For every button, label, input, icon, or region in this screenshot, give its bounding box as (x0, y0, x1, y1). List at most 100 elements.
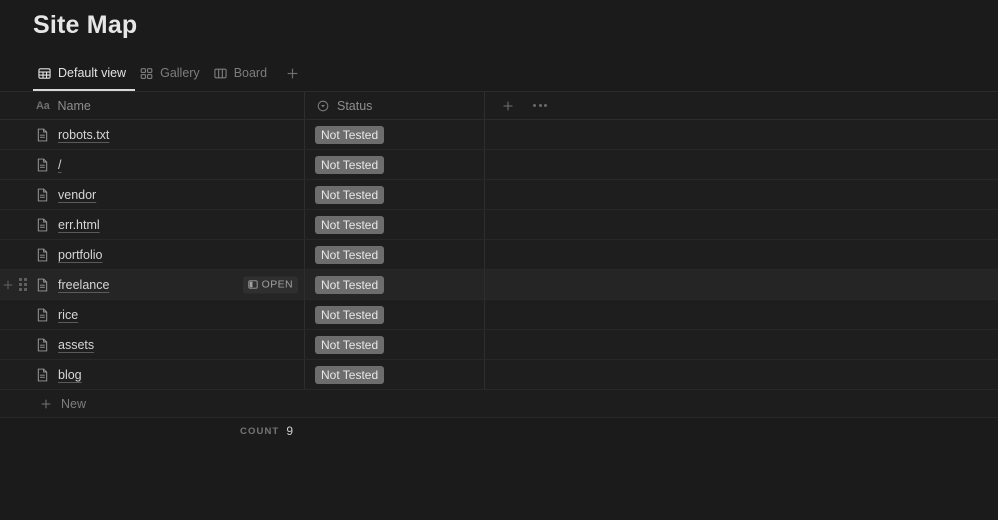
board-icon (214, 67, 227, 80)
row-title[interactable]: assets (58, 338, 94, 352)
row-status-cell[interactable]: Not Tested (305, 210, 485, 239)
row-gutter (0, 270, 33, 299)
view-tabs: Default view Gallery Board (33, 60, 304, 91)
row-tail-cell (485, 240, 998, 269)
status-badge: Not Tested (315, 215, 385, 234)
row-status-cell[interactable]: Not Tested (305, 300, 485, 329)
tab-label: Board (233, 66, 268, 80)
open-panel-icon (248, 280, 258, 290)
row-gutter (0, 180, 33, 209)
table-icon (38, 67, 51, 80)
ellipsis-icon[interactable] (531, 97, 549, 115)
tab-label: Default view (58, 66, 127, 80)
row-title[interactable]: / (58, 158, 61, 172)
page-icon (36, 338, 49, 352)
status-badge: Not Tested (315, 365, 385, 384)
ellipsis-dots (533, 104, 547, 107)
tab-board[interactable]: Board (209, 60, 276, 86)
row-gutter-controls (0, 270, 33, 299)
table-row[interactable]: err.html Not Tested (0, 210, 998, 240)
row-name-cell[interactable]: assets (33, 330, 305, 359)
header-actions (485, 92, 998, 119)
page-icon (36, 188, 49, 202)
new-row-label: New (61, 396, 87, 411)
row-name-cell[interactable]: robots.txt (33, 120, 305, 149)
select-type-icon (317, 100, 329, 112)
row-status-cell[interactable]: Not Tested (305, 240, 485, 269)
row-status-cell[interactable]: Not Tested (305, 330, 485, 359)
page-icon (36, 248, 49, 262)
page-icon (36, 218, 49, 232)
row-tail-cell (485, 180, 998, 209)
tab-default-view[interactable]: Default view (33, 60, 136, 91)
row-tail-cell (485, 210, 998, 239)
table-row[interactable]: robots.txt Not Tested (0, 120, 998, 150)
row-status-cell[interactable]: Not Tested (305, 150, 485, 179)
add-column-button[interactable] (499, 97, 517, 115)
count-value: 9 (286, 424, 293, 438)
column-header-name[interactable]: Aa Name (33, 92, 305, 119)
page-title: Site Map (33, 11, 138, 39)
row-title[interactable]: blog (58, 368, 82, 382)
row-status-cell[interactable]: Not Tested (305, 360, 485, 389)
row-name-cell[interactable]: freelance OPEN (33, 270, 305, 299)
status-badge: Not Tested (315, 275, 385, 294)
table-row[interactable]: portfolio Not Tested (0, 240, 998, 270)
row-name-cell[interactable]: rice (33, 300, 305, 329)
page-icon (36, 158, 49, 172)
table-row[interactable]: blog Not Tested (0, 360, 998, 390)
row-gutter (0, 360, 33, 389)
table-row[interactable]: / Not Tested (0, 150, 998, 180)
page-icon (36, 278, 49, 292)
row-gutter (0, 300, 33, 329)
plus-icon (40, 398, 52, 410)
row-gutter (0, 240, 33, 269)
row-gutter (0, 150, 33, 179)
page-icon (36, 368, 49, 382)
row-title[interactable]: freelance (58, 278, 109, 292)
row-gutter (0, 330, 33, 359)
tab-gallery[interactable]: Gallery (135, 60, 209, 86)
row-name-cell[interactable]: vendor (33, 180, 305, 209)
page-icon (36, 308, 49, 322)
row-title[interactable]: rice (58, 308, 78, 322)
drag-handle-icon[interactable] (19, 278, 27, 291)
database-table: Aa Name Status robots.txt Not Tested / N… (0, 91, 998, 444)
add-view-button[interactable] (280, 61, 304, 85)
row-title[interactable]: err.html (58, 218, 100, 232)
table-row[interactable]: assets Not Tested (0, 330, 998, 360)
row-name-cell[interactable]: / (33, 150, 305, 179)
row-gutter (0, 120, 33, 149)
open-page-button[interactable]: OPEN (242, 276, 298, 293)
count-footer[interactable]: COUNT 9 (0, 418, 305, 444)
row-title[interactable]: vendor (58, 188, 96, 202)
table-header-row: Aa Name Status (0, 91, 998, 120)
table-row-hovered[interactable]: freelance OPEN Not Tested (0, 270, 998, 300)
open-button-label: OPEN (261, 278, 293, 291)
gallery-icon (140, 67, 153, 80)
row-title[interactable]: robots.txt (58, 128, 109, 142)
row-status-cell[interactable]: Not Tested (305, 270, 485, 299)
row-status-cell[interactable]: Not Tested (305, 120, 485, 149)
new-row-button[interactable]: New (0, 390, 998, 418)
row-name-cell[interactable]: blog (33, 360, 305, 389)
page-icon (36, 128, 49, 142)
status-badge: Not Tested (315, 305, 385, 324)
row-status-cell[interactable]: Not Tested (305, 180, 485, 209)
column-header-status[interactable]: Status (305, 92, 485, 119)
tab-label: Gallery (160, 66, 200, 80)
row-name-cell[interactable]: portfolio (33, 240, 305, 269)
text-type-icon: Aa (36, 99, 50, 112)
table-row[interactable]: vendor Not Tested (0, 180, 998, 210)
row-tail-cell (485, 330, 998, 359)
row-title[interactable]: portfolio (58, 248, 102, 262)
row-name-cell[interactable]: err.html (33, 210, 305, 239)
column-header-label: Name (57, 98, 91, 113)
table-row[interactable]: rice Not Tested (0, 300, 998, 330)
row-tail-cell (485, 150, 998, 179)
status-badge: Not Tested (315, 155, 385, 174)
status-badge: Not Tested (315, 245, 385, 264)
site-map-database-page: Site Map Default view Gallery Board Aa N… (0, 0, 998, 520)
column-header-label: Status (337, 98, 373, 113)
add-row-below-button[interactable] (1, 278, 15, 292)
